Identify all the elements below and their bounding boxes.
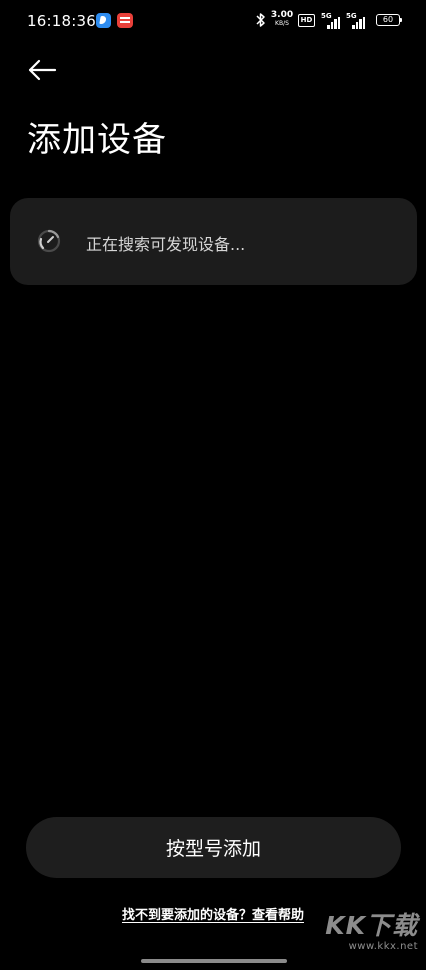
hd-voice-badge: HD (298, 14, 315, 27)
red-app-notification-icon (117, 13, 133, 28)
battery-icon: 60 (376, 14, 402, 26)
blue-app-notification-icon (96, 13, 111, 28)
back-button[interactable] (22, 52, 62, 88)
network-speed-value: 3.00 (270, 10, 294, 20)
network-speed-unit: KB/S (275, 20, 289, 27)
watermark-logo: KK下载 www.kkx.net (325, 913, 418, 952)
home-indicator[interactable] (141, 959, 287, 963)
watermark-site: www.kkx.net (348, 941, 418, 952)
signal-2-icon: 5G (346, 12, 368, 30)
page-title: 添加设备 (27, 120, 167, 160)
device-search-card: 正在搜索可发现设备... (10, 198, 417, 285)
add-device-screen: 16:18:36 3.00 KB/S HD 5G 5G 60 添加设备 正在搜索… (0, 0, 426, 970)
network-speed: 3.00 KB/S (270, 11, 294, 27)
search-status-text: 正在搜索可发现设备... (86, 235, 246, 254)
bluetooth-icon (255, 12, 267, 32)
add-by-model-button[interactable]: 按型号添加 (26, 817, 401, 878)
status-time: 16:18:36 (27, 12, 96, 30)
loading-spinner-icon (37, 229, 61, 253)
status-bar: 16:18:36 3.00 KB/S HD 5G 5G 60 (0, 0, 426, 44)
signal-1-icon: 5G (321, 12, 343, 30)
watermark-brand: KK下载 (325, 911, 418, 940)
arrow-left-icon (28, 59, 57, 81)
